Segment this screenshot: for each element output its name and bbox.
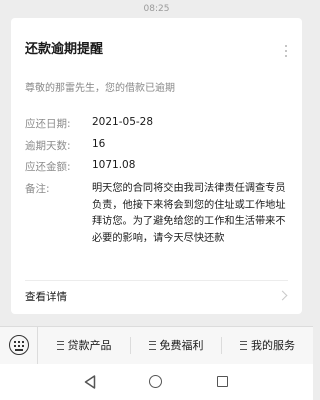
back-icon[interactable] [84, 375, 96, 389]
lines-icon [56, 340, 64, 350]
keyboard-icon [9, 335, 29, 355]
overdue-reminder-card[interactable]: 还款逾期提醒 尊敬的那雷先生，您的借款已逾期 应还日期: 2021-05-28 … [11, 18, 302, 314]
amount-due-value: 1071.08 [92, 159, 136, 171]
menu-item-label: 贷款产品 [67, 339, 112, 352]
overdue-days-value: 16 [92, 138, 106, 150]
menu-item-label: 免费福利 [159, 339, 204, 352]
due-date-value: 2021-05-28 [92, 116, 154, 128]
view-details-link[interactable]: 查看详情 [25, 289, 67, 304]
note-text: 明天您的合同将交由我司法律责任调查专员负责，他接下来将会到您的住址或工作地址拜访… [92, 183, 286, 245]
due-date-label: 应还日期: [25, 118, 71, 130]
bottom-menu-bar: 贷款产品 免费福利 我的服务 [0, 326, 313, 364]
keyboard-toggle-button[interactable] [0, 327, 38, 364]
status-time: 08:25 [143, 4, 170, 14]
system-navigation-bar [0, 364, 313, 400]
lines-icon [148, 340, 156, 350]
menu-item-label: 我的服务 [251, 339, 295, 352]
recents-icon[interactable] [217, 376, 228, 387]
menu-item-my-services[interactable]: 我的服务 [222, 327, 313, 364]
menu-item-loan-products[interactable]: 贷款产品 [38, 327, 130, 364]
more-vertical-icon[interactable] [284, 45, 288, 59]
note-label: 备注: [25, 183, 50, 195]
card-subtitle: 尊敬的那雷先生，您的借款已逾期 [25, 83, 175, 94]
amount-due-label: 应还金额: [25, 161, 71, 173]
divider [25, 280, 288, 281]
overdue-days-label: 逾期天数: [25, 140, 71, 152]
home-icon[interactable] [149, 375, 162, 388]
card-title: 还款逾期提醒 [25, 42, 104, 57]
chevron-right-icon[interactable] [277, 290, 288, 301]
lines-icon [240, 340, 247, 350]
menu-item-free-benefits[interactable]: 免费福利 [131, 327, 221, 364]
